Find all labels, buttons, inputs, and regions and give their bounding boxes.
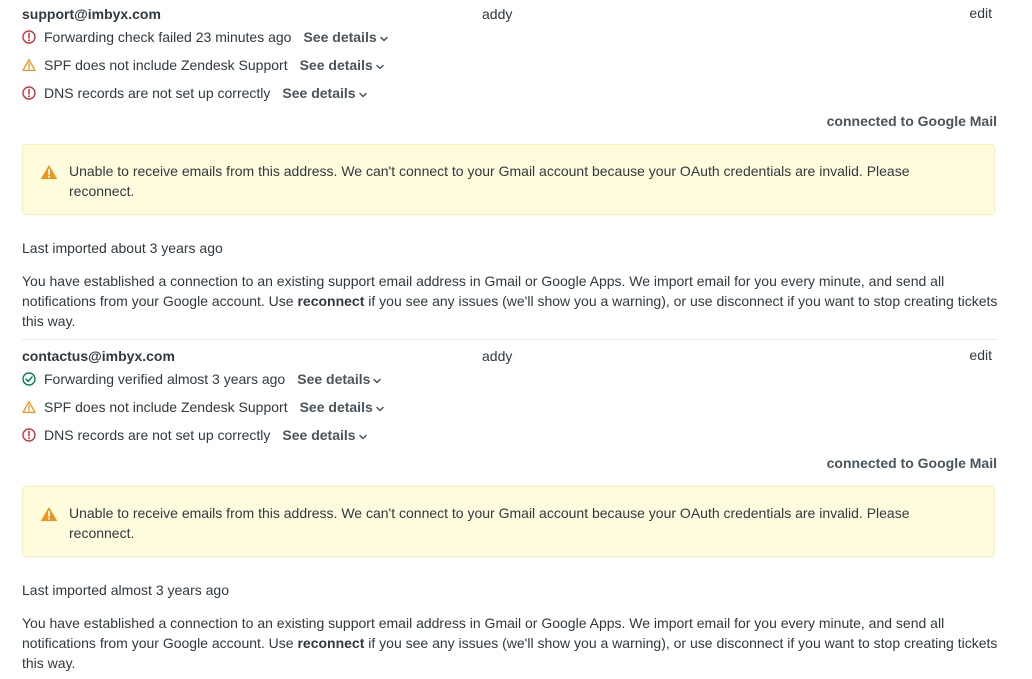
chevron-down-icon [379,28,388,46]
warning-triangle-icon [40,164,58,180]
reconnect-text: reconnect [297,293,365,309]
forwarding-check-status: Forwarding check failed 23 minutes ago S… [22,28,388,46]
last-imported-text: Last imported almost 3 years ago [22,582,229,598]
last-imported-text: Last imported about 3 years ago [22,240,223,256]
see-details-button[interactable]: See details [297,370,382,388]
warning-triangle-icon [22,58,36,72]
chevron-down-icon [376,56,384,74]
chevron-down-icon [373,370,382,388]
chevron-down-icon [376,398,384,416]
dns-check-status: DNS records are not set up correctly See… [22,426,367,444]
see-details-button[interactable]: See details [282,426,367,444]
see-details-label: See details [299,399,373,415]
connection-status: connected to Google Mail [826,455,997,471]
spf-check-status: SPF does not include Zendesk Support See… [22,398,384,416]
check-text: DNS records are not set up correctly [44,427,271,443]
address-block: support@imbyx.com addy edit Forwarding c… [22,5,997,335]
see-details-button[interactable]: See details [300,398,384,416]
connection-description: You have established a connection to an … [22,271,1002,331]
see-details-button[interactable]: See details [303,28,388,46]
spf-check-status: SPF does not include Zendesk Support See… [22,56,384,74]
edit-link[interactable]: edit [969,346,992,364]
see-details-button[interactable]: See details [282,84,367,102]
see-details-label: See details [282,427,356,443]
see-details-label: See details [297,371,371,387]
check-circle-icon [22,372,36,386]
address-owner: addy [482,6,513,22]
address-owner: addy [482,348,513,364]
check-text: Forwarding check failed 23 minutes ago [44,29,292,45]
support-addresses-page: support@imbyx.com addy edit Forwarding c… [0,0,1032,679]
address-email: contactus@imbyx.com [22,348,175,364]
connection-description: You have established a connection to an … [22,613,1002,673]
error-circle-icon [22,30,36,44]
divider [22,339,997,340]
see-details-button[interactable]: See details [300,56,384,74]
oauth-warning-alert: Unable to receive emails from this addre… [22,144,995,215]
error-circle-icon [22,428,36,442]
reconnect-text: reconnect [297,635,365,651]
see-details-label: See details [282,85,356,101]
check-text: SPF does not include Zendesk Support [44,57,288,73]
forwarding-check-status: Forwarding verified almost 3 years ago S… [22,370,382,388]
connection-status: connected to Google Mail [826,113,997,129]
error-circle-icon [22,86,36,100]
alert-text: Unable to receive emails from this addre… [69,163,910,199]
dns-check-status: DNS records are not set up correctly See… [22,84,367,102]
check-text: Forwarding verified almost 3 years ago [44,371,286,387]
address-email: support@imbyx.com [22,6,161,22]
check-text: DNS records are not set up correctly [44,85,271,101]
chevron-down-icon [358,84,367,102]
oauth-warning-alert: Unable to receive emails from this addre… [22,486,995,557]
see-details-label: See details [303,29,377,45]
see-details-label: See details [299,57,373,73]
address-block: contactus@imbyx.com addy edit Forwarding… [22,347,997,677]
warning-triangle-icon [22,400,36,414]
alert-text: Unable to receive emails from this addre… [69,505,910,541]
chevron-down-icon [358,426,367,444]
warning-triangle-icon [40,506,58,522]
edit-link[interactable]: edit [969,4,992,22]
check-text: SPF does not include Zendesk Support [44,399,288,415]
